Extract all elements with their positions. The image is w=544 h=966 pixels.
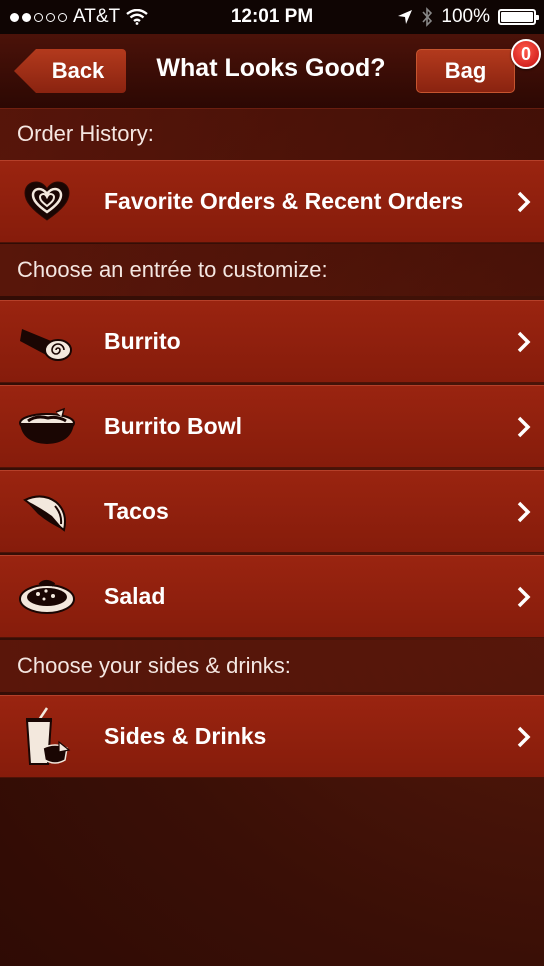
- row-label: Favorite Orders & Recent Orders: [104, 188, 464, 214]
- row-burrito[interactable]: Burrito: [0, 300, 544, 383]
- row-salad[interactable]: Salad: [0, 555, 544, 638]
- row-label: Sides & Drinks: [104, 723, 267, 749]
- row-label: Burrito: [104, 328, 181, 354]
- page-title: What Looks Good?: [156, 54, 386, 82]
- salad-icon: [16, 569, 78, 625]
- row-label: Tacos: [104, 498, 169, 524]
- bag-button[interactable]: Bag: [416, 49, 515, 93]
- battery-fill: [501, 12, 533, 22]
- taco-icon: [16, 484, 78, 540]
- burrito-icon: [16, 314, 78, 370]
- row-tacos[interactable]: Tacos: [0, 470, 544, 553]
- row-label: Salad: [104, 583, 166, 609]
- section-header-sides: Choose your sides & drinks:: [0, 640, 544, 692]
- row-burrito-bowl[interactable]: Burrito Bowl: [0, 385, 544, 468]
- section-header-entree: Choose an entrée to customize:: [0, 244, 544, 296]
- bag-count-badge: 0: [511, 39, 541, 69]
- drink-cup-icon: [16, 706, 78, 765]
- chevron-right-icon: [517, 586, 531, 607]
- status-right: 100%: [397, 6, 539, 28]
- burrito-bowl-icon: [16, 399, 78, 455]
- row-sides-drinks[interactable]: Sides & Drinks: [0, 695, 544, 778]
- row-label: Burrito Bowl: [104, 413, 242, 439]
- row-favorite-orders[interactable]: Favorite Orders & Recent Orders: [0, 160, 544, 243]
- chevron-right-icon: [517, 501, 531, 522]
- chevron-right-icon: [517, 331, 531, 352]
- location-arrow-icon: [398, 10, 413, 24]
- navigation-bar: Back What Looks Good? Bag 0: [0, 34, 544, 109]
- section-header-order-history: Order History:: [0, 108, 544, 160]
- chevron-right-icon: [517, 416, 531, 437]
- chevron-right-icon: [517, 726, 531, 747]
- bluetooth-icon: [422, 7, 433, 27]
- heart-icon: [16, 174, 78, 230]
- back-button[interactable]: Back: [14, 49, 126, 93]
- chevron-right-icon: [517, 191, 531, 212]
- status-bar: AT&T 12:01 PM 100%: [0, 0, 544, 34]
- battery-percent: 100%: [441, 6, 490, 27]
- battery-icon: [498, 9, 539, 25]
